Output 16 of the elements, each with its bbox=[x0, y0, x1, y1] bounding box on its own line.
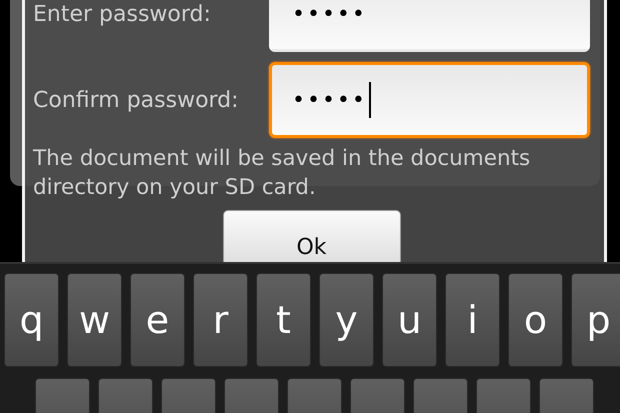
field-label: Enter password: bbox=[33, 0, 212, 28]
key[interactable]: w bbox=[67, 273, 122, 367]
key[interactable]: e bbox=[130, 273, 185, 367]
field-label: Confirm password: bbox=[33, 86, 240, 114]
key[interactable]: i bbox=[445, 273, 500, 367]
password-field[interactable]: ••••• bbox=[269, 0, 590, 52]
key[interactable]: u bbox=[382, 273, 437, 367]
key[interactable]: t bbox=[256, 273, 311, 367]
key[interactable]: r bbox=[193, 273, 248, 367]
key[interactable]: o bbox=[508, 273, 563, 367]
info-text: The document will be saved in the documents directory on your SD card. bbox=[33, 145, 532, 202]
password-field[interactable]: ••••• bbox=[269, 62, 590, 138]
key[interactable]: y bbox=[319, 273, 374, 367]
key[interactable]: q bbox=[4, 273, 59, 367]
ok-button[interactable]: Ok bbox=[222, 210, 400, 262]
key[interactable]: p bbox=[571, 273, 620, 367]
